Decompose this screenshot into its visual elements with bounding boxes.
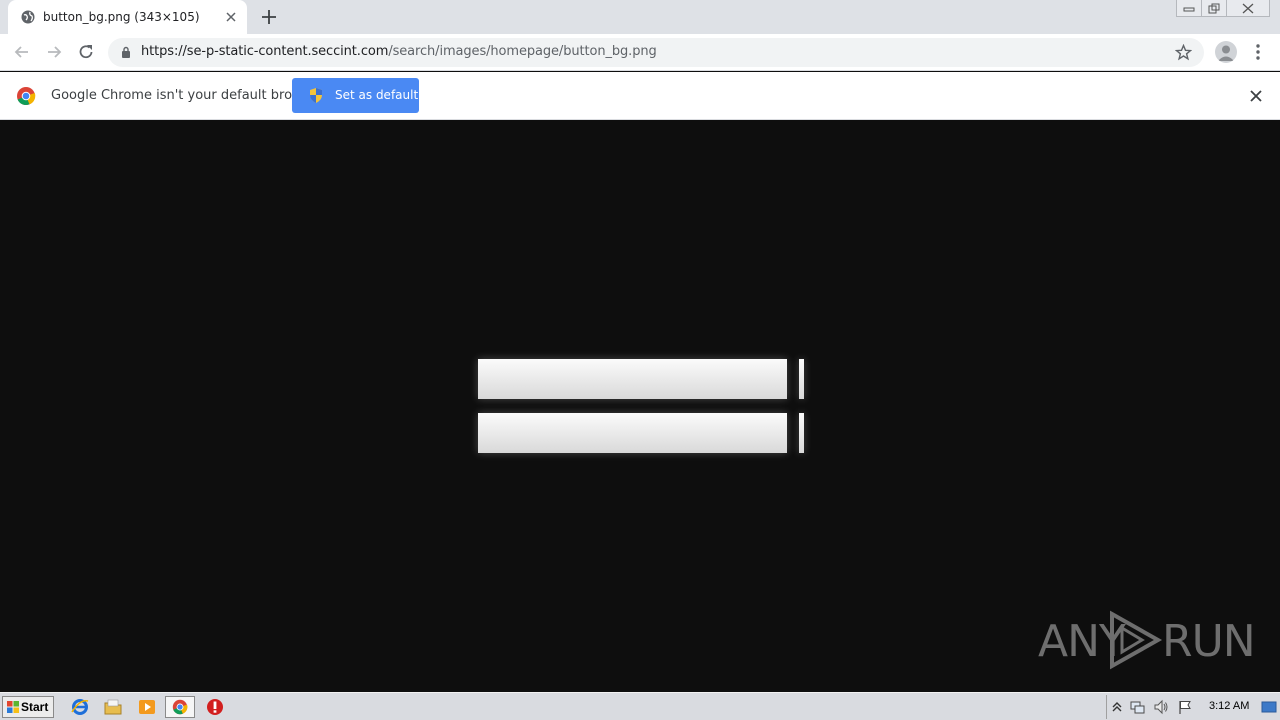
stop-alert-icon[interactable] [205, 697, 225, 717]
back-arrow-icon[interactable] [12, 42, 32, 62]
close-icon [1242, 3, 1254, 13]
set-as-default-button[interactable]: Set as default [292, 78, 419, 113]
infobar-close-icon[interactable] [1248, 88, 1264, 104]
network-icon[interactable] [1129, 699, 1145, 715]
new-tab-plus-icon[interactable] [260, 8, 278, 26]
profile-avatar[interactable] [1215, 41, 1237, 63]
system-tray: 3:12 AM [1106, 695, 1280, 719]
tab-close-icon[interactable] [223, 9, 239, 25]
reload-icon[interactable] [76, 42, 96, 62]
url-host: https://se-p-static-content.seccint.com [141, 44, 389, 59]
show-desktop-icon[interactable] [1261, 699, 1277, 715]
forward-arrow-icon[interactable] [44, 42, 64, 62]
page-content: ANY RUN [0, 120, 1280, 692]
lock-icon[interactable] [121, 46, 131, 58]
url-path: /search/images/homepage/button_bg.png [388, 44, 657, 59]
set-as-default-label: Set as default [335, 88, 419, 102]
chrome-taskbar-icon [172, 699, 188, 715]
tab-title: button_bg.png (343×105) [43, 10, 200, 24]
internet-explorer-icon[interactable] [70, 697, 90, 717]
address-bar[interactable]: https://se-p-static-content.seccint.com/… [108, 38, 1204, 67]
uac-shield-icon [310, 88, 322, 103]
anyrun-watermark: ANY RUN [1038, 608, 1256, 672]
show-hidden-icons-icon[interactable] [1109, 699, 1125, 715]
clock[interactable]: 3:12 AM [1209, 700, 1249, 712]
minimize-icon [1183, 7, 1195, 12]
volume-icon[interactable] [1153, 699, 1169, 715]
globe-icon [21, 10, 35, 24]
windows-taskbar: Start 3:12 AM [0, 692, 1280, 720]
restore-icon [1208, 3, 1220, 13]
button-bg-edge-bottom [799, 413, 804, 453]
tab-strip: button_bg.png (343×105) [0, 0, 1280, 34]
browser-toolbar: https://se-p-static-content.seccint.com/… [0, 34, 1280, 71]
user-icon [1218, 45, 1234, 61]
bookmark-star-icon[interactable] [1175, 44, 1192, 61]
button-bg-bar-bottom [478, 413, 787, 453]
displayed-image [468, 349, 811, 454]
start-label: Start [21, 700, 49, 714]
start-button[interactable]: Start [2, 696, 54, 718]
action-center-flag-icon[interactable] [1177, 699, 1193, 715]
close-window-button[interactable] [1226, 0, 1270, 17]
button-bg-edge-top [799, 359, 804, 399]
tab-button-bg[interactable]: button_bg.png (343×105) [8, 0, 247, 34]
media-player-icon[interactable] [137, 697, 157, 717]
default-browser-infobar: Google Chrome isn't your default browser… [0, 72, 1280, 120]
infobar-message: Google Chrome isn't your default browser [51, 88, 323, 103]
watermark-run: RUN [1162, 616, 1256, 667]
play-logo-icon [1110, 610, 1163, 670]
restore-button[interactable] [1201, 0, 1227, 17]
window-controls [1176, 0, 1270, 18]
windows-flag-icon [7, 701, 19, 713]
file-explorer-icon[interactable] [103, 697, 123, 717]
chrome-taskbar-button[interactable] [165, 696, 195, 718]
more-menu-icon[interactable] [1252, 42, 1264, 62]
url-text[interactable]: https://se-p-static-content.seccint.com/… [141, 44, 657, 59]
chrome-logo-icon [17, 87, 36, 106]
minimize-button[interactable] [1176, 0, 1202, 17]
button-bg-bar-top [478, 359, 787, 399]
browser-window: button_bg.png (343×105) https://se-p-sta… [0, 0, 1280, 692]
